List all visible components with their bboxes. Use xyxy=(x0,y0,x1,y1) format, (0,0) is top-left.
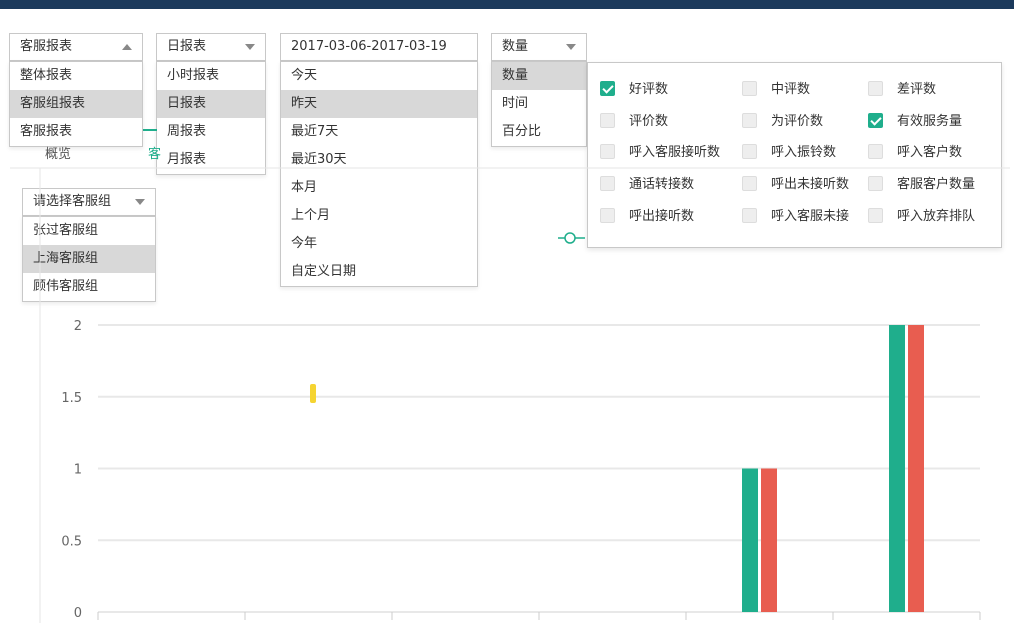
period-menu: 小时报表 日报表 周报表 月报表 xyxy=(156,61,266,175)
metric-checkbox-label: 有效服务量 xyxy=(897,114,963,129)
top-bar xyxy=(0,0,1014,9)
date-range-select[interactable]: 2017-03-06-2017-03-19 xyxy=(280,33,478,61)
checkbox-unchecked-icon[interactable] xyxy=(600,113,615,128)
metric-checkbox[interactable]: 呼入振铃数 xyxy=(742,143,836,163)
metric-checkbox[interactable]: 好评数 xyxy=(600,80,668,100)
tab-overview[interactable]: 概览 xyxy=(45,143,71,162)
metric-checkbox-label: 差评数 xyxy=(897,82,937,97)
chevron-down-icon xyxy=(245,44,255,50)
bar-series-1[interactable] xyxy=(742,468,758,613)
checkbox-unchecked-icon[interactable] xyxy=(868,81,883,96)
checkbox-unchecked-icon[interactable] xyxy=(742,81,757,96)
y-tick-label: 0.5 xyxy=(61,534,82,549)
metric-checkbox[interactable]: 呼入客户数 xyxy=(868,143,962,163)
metric-checkbox[interactable]: 评价数 xyxy=(600,112,668,132)
checkbox-unchecked-icon[interactable] xyxy=(742,144,757,159)
report-type-option[interactable]: 客服报表 xyxy=(10,118,142,146)
metric-checkbox-label: 中评数 xyxy=(771,82,811,97)
bar-chart: 0 0.5 1 1.5 2 xyxy=(10,167,1010,623)
date-option[interactable]: 今天 xyxy=(281,62,477,90)
metric-checkbox[interactable]: 有效服务量 xyxy=(868,112,962,132)
metric-checkbox-label: 呼入客户数 xyxy=(897,145,963,160)
y-tick-label: 1.5 xyxy=(61,391,82,406)
report-type-value: 客服报表 xyxy=(20,39,73,54)
date-option[interactable]: 最近7天 xyxy=(281,118,477,146)
metric-checkbox-label: 呼入振铃数 xyxy=(771,145,837,160)
period-option[interactable]: 小时报表 xyxy=(157,62,265,90)
metric-option[interactable]: 数量 xyxy=(492,62,586,90)
metric-checkbox-label: 为评价数 xyxy=(771,114,824,129)
metric-option[interactable]: 时间 xyxy=(492,90,586,118)
checkbox-unchecked-icon[interactable] xyxy=(742,113,757,128)
metric-checkbox[interactable]: 为评价数 xyxy=(742,112,823,132)
yellow-marker xyxy=(310,384,316,403)
report-type-option[interactable]: 客服组报表 xyxy=(10,90,142,118)
y-tick-label: 0 xyxy=(74,606,82,621)
tab-underline xyxy=(143,129,157,131)
metric-checkbox[interactable]: 呼入客服接听数 xyxy=(600,143,720,163)
bar-series-1[interactable] xyxy=(889,325,905,612)
period-select[interactable]: 日报表 xyxy=(156,33,266,61)
caret-up-icon xyxy=(122,44,132,50)
metric-checkbox-label: 评价数 xyxy=(629,114,669,129)
checkbox-unchecked-icon[interactable] xyxy=(868,144,883,159)
report-type-menu: 整体报表 客服组报表 客服报表 xyxy=(9,61,143,147)
report-type-option[interactable]: 整体报表 xyxy=(10,62,142,90)
y-tick-label: 1 xyxy=(74,463,82,478)
period-option[interactable]: 日报表 xyxy=(157,90,265,118)
date-range-value: 2017-03-06-2017-03-19 xyxy=(291,39,447,54)
bar-series-2[interactable] xyxy=(761,468,777,613)
metric-checkbox-label: 好评数 xyxy=(629,82,669,97)
tab-agent[interactable]: 客 xyxy=(148,143,161,162)
date-option[interactable]: 昨天 xyxy=(281,90,477,118)
checkbox-checked-icon[interactable] xyxy=(868,113,883,128)
checkbox-checked-icon[interactable] xyxy=(600,81,615,96)
period-value: 日报表 xyxy=(167,39,207,54)
checkbox-unchecked-icon[interactable] xyxy=(600,144,615,159)
bar-series-2[interactable] xyxy=(908,325,924,612)
legend-circle-icon[interactable] xyxy=(564,232,576,244)
period-option[interactable]: 周报表 xyxy=(157,118,265,146)
metric-checkbox[interactable]: 中评数 xyxy=(742,80,810,100)
metric-value: 数量 xyxy=(502,39,529,54)
metric-select[interactable]: 数量 xyxy=(491,33,587,61)
metric-option[interactable]: 百分比 xyxy=(492,118,586,146)
chevron-down-icon xyxy=(566,44,576,50)
y-tick-label: 2 xyxy=(74,319,82,334)
metric-menu: 数量 时间 百分比 xyxy=(491,61,587,147)
metric-checkbox[interactable]: 差评数 xyxy=(868,80,936,100)
report-type-select[interactable]: 客服报表 xyxy=(9,33,143,61)
metric-checkbox-label: 呼入客服接听数 xyxy=(629,145,721,160)
